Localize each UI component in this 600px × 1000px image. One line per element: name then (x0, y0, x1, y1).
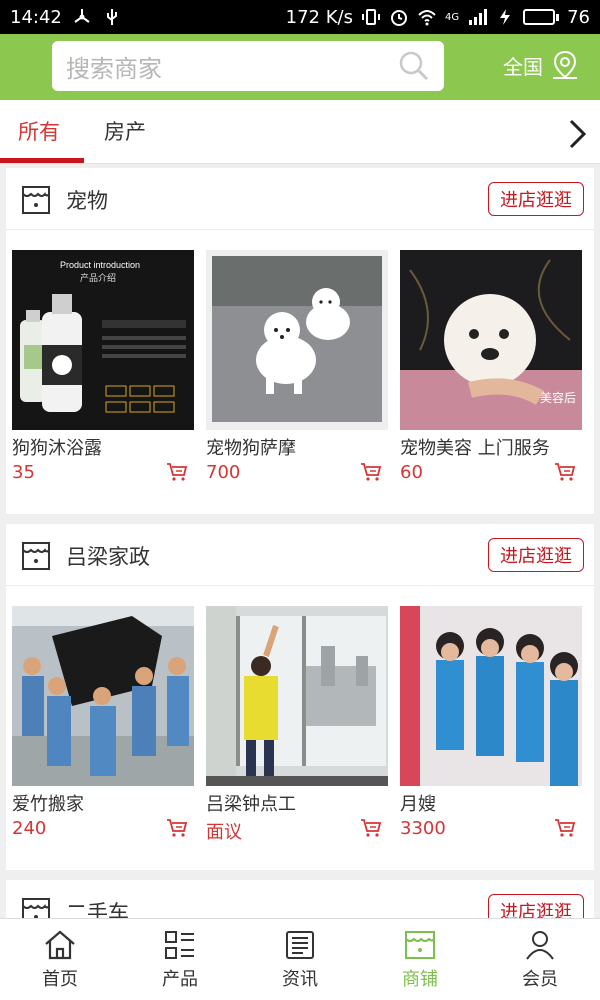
product-image[interactable] (12, 606, 194, 786)
store-card-header: 二手车 进店逛逛 (6, 880, 594, 918)
store-card: 二手车 进店逛逛 (6, 880, 594, 918)
cart-icon[interactable] (554, 462, 576, 482)
store-card-header: 吕梁家政 进店逛逛 (6, 524, 594, 586)
wifi-icon (418, 10, 436, 26)
nav-home[interactable]: 首页 (0, 919, 120, 1000)
product-card[interactable]: 爱竹搬家 240 (12, 606, 194, 839)
search-placeholder: 搜索商家 (66, 54, 162, 83)
cart-icon[interactable] (554, 818, 576, 838)
store-icon (22, 186, 50, 214)
store-name: 吕梁家政 (66, 545, 150, 569)
image-caption: Product introduction (60, 260, 140, 270)
product-name: 宠物狗萨摩 (206, 438, 296, 459)
news-icon (286, 931, 314, 959)
product-image[interactable]: Product introduction 产品介绍 (12, 250, 194, 430)
nav-label: 产品 (162, 969, 198, 990)
store-icon (22, 898, 50, 918)
product-image[interactable] (206, 250, 388, 430)
nav-label: 商铺 (402, 969, 438, 990)
cart-icon[interactable] (166, 818, 188, 838)
tab-all[interactable]: 所有 (18, 116, 60, 146)
alarm-icon (390, 10, 407, 26)
product-image[interactable]: 美容后 (400, 250, 582, 430)
network-type: 4G (444, 11, 460, 23)
region-selector[interactable]: 全国 (503, 50, 579, 80)
store-icon (22, 542, 50, 570)
store-icon (405, 931, 435, 959)
category-tabs: 所有 房产 (0, 100, 600, 164)
nav-label: 资讯 (282, 969, 318, 990)
product-card[interactable]: Product introduction 产品介绍 狗狗沐浴露 35 (12, 250, 194, 483)
search-input[interactable]: 搜索商家 (52, 41, 444, 91)
signal-icon (469, 9, 488, 25)
product-name: 吕梁钟点工 (206, 794, 296, 815)
visit-store-button[interactable]: 进店逛逛 (488, 182, 584, 216)
nav-label: 会员 (522, 969, 558, 990)
status-bar: 14:42 172 K/s 4G 76 (0, 0, 600, 34)
store-name: 宠物 (66, 189, 108, 213)
nav-stores[interactable]: 商铺 (360, 919, 480, 1000)
region-label: 全国 (503, 54, 543, 79)
nav-member[interactable]: 会员 (480, 919, 600, 1000)
battery-percent: 76 (567, 6, 590, 28)
product-name: 狗狗沐浴露 (12, 438, 102, 459)
store-card: 宠物 进店逛逛 Product introduction 产品介绍 狗狗沐浴露 … (6, 168, 594, 514)
location-pin-icon (553, 50, 577, 79)
cart-icon[interactable] (360, 462, 382, 482)
battery-icon (523, 9, 560, 25)
product-name: 月嫂 (400, 794, 436, 815)
product-card[interactable]: 美容后 宠物美容 上门服务 60 (400, 250, 582, 483)
cart-icon[interactable] (360, 818, 382, 838)
product-image[interactable] (400, 606, 582, 786)
bottom-nav: 首页 产品 资讯 商铺 会员 (0, 918, 600, 1000)
list-icon (165, 931, 194, 959)
nav-label: 首页 (42, 969, 78, 990)
share-icon (74, 9, 90, 23)
product-card[interactable]: 吕梁钟点工 面议 (206, 606, 388, 844)
usb-icon (106, 9, 117, 25)
product-name: 宠物美容 上门服务 (400, 438, 550, 459)
visit-store-button[interactable]: 进店逛逛 (488, 538, 584, 572)
tab-real-estate[interactable]: 房产 (104, 116, 146, 146)
cart-icon[interactable] (166, 462, 188, 482)
image-caption: 美容后 (540, 390, 576, 405)
store-card-header: 宠物 进店逛逛 (6, 168, 594, 230)
store-name: 二手车 (66, 901, 129, 918)
store-card: 吕梁家政 进店逛逛 爱竹搬家 240 吕梁钟点工 面议 月嫂 3300 (6, 524, 594, 870)
active-tab-indicator (0, 158, 84, 163)
product-card[interactable]: 宠物狗萨摩 700 (206, 250, 388, 483)
product-image[interactable] (206, 606, 388, 786)
charging-icon (500, 9, 511, 25)
nav-news[interactable]: 资讯 (240, 919, 360, 1000)
product-card[interactable]: 月嫂 3300 (400, 606, 582, 839)
product-name: 爱竹搬家 (12, 794, 84, 815)
user-icon (526, 931, 554, 960)
image-caption: 产品介绍 (80, 272, 116, 284)
visit-store-button[interactable]: 进店逛逛 (488, 894, 584, 918)
chevron-right-icon[interactable] (566, 118, 590, 150)
home-icon (45, 930, 75, 960)
app-header: 搜索商家 全国 (0, 34, 600, 100)
search-icon[interactable] (398, 50, 430, 82)
vibrate-icon (361, 9, 380, 25)
clock: 14:42 (10, 6, 62, 28)
nav-products[interactable]: 产品 (120, 919, 240, 1000)
net-speed: 172 K/s (285, 6, 353, 28)
